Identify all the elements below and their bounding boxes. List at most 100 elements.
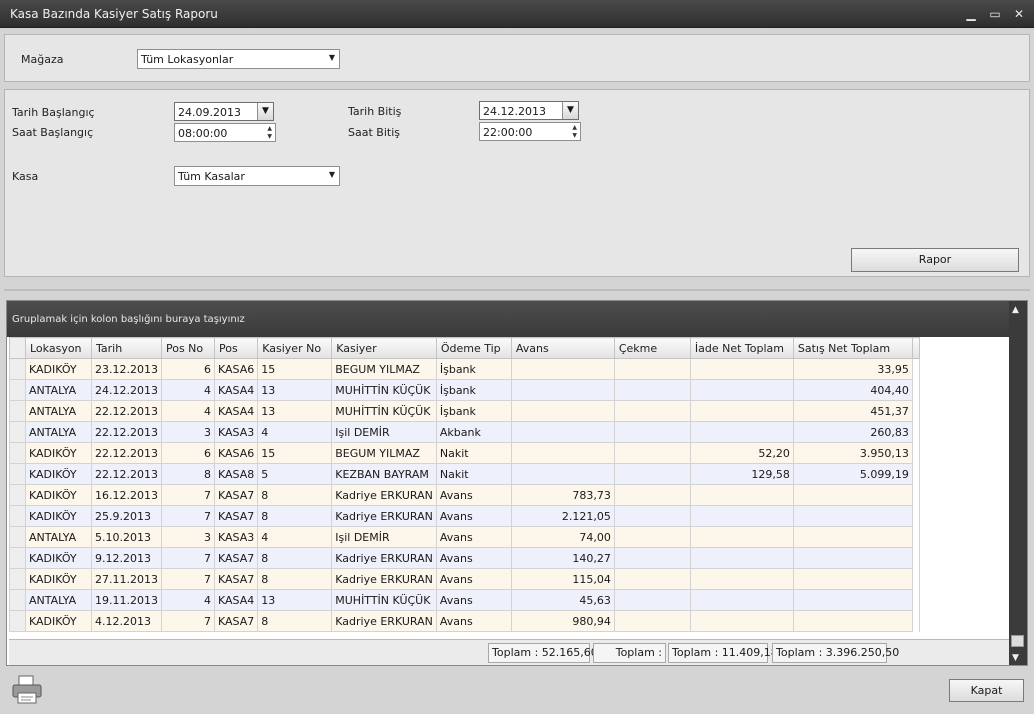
table-cell[interactable]: KADIKÖY	[25, 358, 92, 380]
table-cell[interactable]: 8	[160, 463, 215, 485]
table-cell[interactable]: Avans	[435, 526, 512, 548]
table-cell[interactable]: 3	[160, 421, 215, 443]
table-cell[interactable]: KASA7	[213, 505, 259, 527]
table-cell[interactable]: 8	[257, 484, 333, 506]
row-indicator[interactable]	[9, 526, 26, 548]
table-cell[interactable]: 16.12.2013	[91, 484, 162, 506]
table-cell[interactable]: 783,73	[510, 484, 615, 506]
table-cell[interactable]	[689, 547, 794, 569]
table-cell[interactable]: 13	[257, 400, 333, 422]
row-indicator[interactable]	[9, 568, 26, 590]
table-cell[interactable]: KADIKÖY	[25, 484, 92, 506]
table-cell[interactable]	[613, 505, 691, 527]
table-cell[interactable]	[510, 400, 615, 422]
table-cell[interactable]: 23.12.2013	[91, 358, 162, 380]
table-cell[interactable]	[792, 484, 913, 506]
close-button[interactable]: Kapat	[949, 679, 1024, 702]
table-cell[interactable]: 19.11.2013	[91, 589, 162, 611]
table-cell[interactable]: ANTALYA	[25, 400, 92, 422]
table-cell[interactable]	[689, 610, 794, 632]
scroll-down-icon[interactable]: ▼	[1012, 653, 1019, 663]
table-cell[interactable]: 4	[160, 589, 215, 611]
column-header[interactable]: Kasiyer No	[257, 337, 333, 359]
table-cell[interactable]: 129,58	[689, 463, 794, 485]
table-cell[interactable]: Akbank	[435, 421, 512, 443]
table-cell[interactable]: 3.950,13	[792, 442, 913, 464]
table-cell[interactable]	[792, 568, 913, 590]
row-indicator[interactable]	[9, 463, 26, 485]
table-cell[interactable]: KASA4	[213, 589, 259, 611]
table-cell[interactable]	[613, 400, 691, 422]
table-cell[interactable]: 22.12.2013	[91, 421, 162, 443]
row-indicator[interactable]	[9, 379, 26, 401]
table-cell[interactable]	[689, 526, 794, 548]
table-cell[interactable]: ANTALYA	[25, 589, 92, 611]
minimize-icon[interactable]: ▁	[962, 6, 980, 22]
table-cell[interactable]	[613, 484, 691, 506]
table-cell[interactable]: Kadriye ERKURAN	[331, 505, 437, 527]
table-row[interactable]: KADIKÖY 16.12.2013 7 KASA7 8 Kadriye ERKURAN A…	[9, 484, 920, 506]
table-cell[interactable]	[613, 568, 691, 590]
table-cell[interactable]: 22.12.2013	[91, 463, 162, 485]
column-header[interactable]: İade Net Toplam	[689, 337, 794, 359]
table-cell[interactable]	[510, 442, 615, 464]
table-cell[interactable]: KASA6	[213, 442, 259, 464]
table-cell[interactable]: 7	[160, 505, 215, 527]
start-date-picker[interactable]: 24.09.2013 ▼	[174, 102, 274, 121]
printer-icon[interactable]	[10, 674, 44, 706]
table-cell[interactable]: Avans	[435, 610, 512, 632]
table-cell[interactable]: 8	[257, 547, 333, 569]
table-cell[interactable]	[613, 589, 691, 611]
table-cell[interactable]: 9.12.2013	[91, 547, 162, 569]
table-cell[interactable]	[613, 379, 691, 401]
table-cell[interactable]: 7	[160, 610, 215, 632]
row-indicator[interactable]	[9, 358, 26, 380]
column-header[interactable]: Avans	[510, 337, 615, 359]
table-cell[interactable]: BEGUM YILMAZ	[331, 358, 437, 380]
table-cell[interactable]: Işil DEMİR	[331, 421, 437, 443]
table-cell[interactable]	[689, 358, 794, 380]
column-header[interactable]: Satış Net Toplam	[792, 337, 913, 359]
table-cell[interactable]: 140,27	[510, 547, 615, 569]
table-cell[interactable]	[510, 463, 615, 485]
end-date-picker[interactable]: 24.12.2013 ▼	[479, 101, 579, 120]
table-cell[interactable]: KASA7	[213, 610, 259, 632]
table-row[interactable]: KADIKÖY 23.12.2013 6 KASA6 15 BEGUM YILMAZ İşb…	[9, 358, 920, 380]
column-header[interactable]: Pos No	[160, 337, 215, 359]
table-cell[interactable]	[689, 484, 794, 506]
table-cell[interactable]: 13	[257, 379, 333, 401]
table-cell[interactable]: 6	[160, 358, 215, 380]
table-cell[interactable]: 15	[257, 442, 333, 464]
table-cell[interactable]: 4	[160, 400, 215, 422]
table-cell[interactable]: Kadriye ERKURAN	[331, 547, 437, 569]
table-cell[interactable]: KEZBAN BAYRAM	[331, 463, 437, 485]
table-row[interactable]: ANTALYA 24.12.2013 4 KASA4 13 MUHİTTİN KÜÇÜK İ…	[9, 379, 920, 401]
column-header[interactable]: Pos	[213, 337, 259, 359]
store-select[interactable]: Tüm Lokasyonlar ▼	[137, 49, 340, 69]
table-cell[interactable]: 13	[257, 589, 333, 611]
row-indicator[interactable]	[9, 547, 26, 569]
row-indicator[interactable]	[9, 589, 26, 611]
table-row[interactable]: ANTALYA 19.11.2013 4 KASA4 13 MUHİTTİN KÜÇÜK A…	[9, 589, 920, 611]
register-select[interactable]: Tüm Kasalar ▼	[174, 166, 340, 186]
table-row[interactable]: KADIKÖY 4.12.2013 7 KASA7 8 Kadriye ERKURAN Av…	[9, 610, 920, 632]
table-cell[interactable]: 22.12.2013	[91, 442, 162, 464]
column-header[interactable]: Lokasyon	[25, 337, 92, 359]
table-cell[interactable]: 27.11.2013	[91, 568, 162, 590]
table-cell[interactable]: 8	[257, 505, 333, 527]
table-cell[interactable]: 8	[257, 610, 333, 632]
table-cell[interactable]: MUHİTTİN KÜÇÜK	[331, 589, 437, 611]
table-cell[interactable]: Avans	[435, 547, 512, 569]
table-cell[interactable]	[613, 610, 691, 632]
row-indicator[interactable]	[9, 610, 26, 632]
table-cell[interactable]: MUHİTTİN KÜÇÜK	[331, 379, 437, 401]
vertical-scrollbar[interactable]: ▲ ▼	[1009, 301, 1027, 665]
table-cell[interactable]	[613, 547, 691, 569]
spin-up-icon[interactable]: ▲	[267, 125, 272, 132]
table-cell[interactable]: 980,94	[510, 610, 615, 632]
table-cell[interactable]: KASA7	[213, 484, 259, 506]
table-cell[interactable]: 25.9.2013	[91, 505, 162, 527]
table-cell[interactable]: 7	[160, 568, 215, 590]
table-cell[interactable]: 7	[160, 547, 215, 569]
table-cell[interactable]	[792, 547, 913, 569]
